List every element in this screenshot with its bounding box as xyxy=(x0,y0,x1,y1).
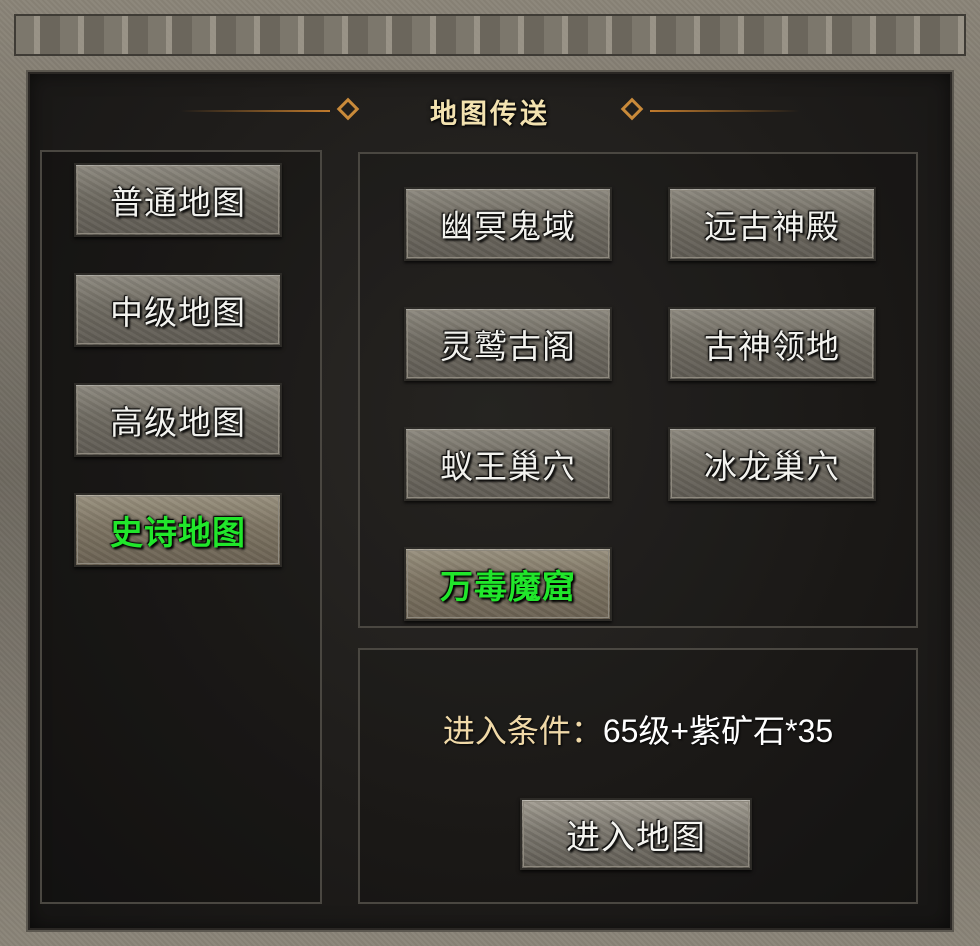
category-button-normal[interactable]: 普通地图 xyxy=(74,163,282,237)
map-button-wandu[interactable]: 万毒魔窟 xyxy=(404,547,612,621)
map-button-youming[interactable]: 幽冥鬼域 xyxy=(404,187,612,261)
requirement-value: 65级+紫矿石*35 xyxy=(602,713,834,749)
map-button-lingjiu[interactable]: 灵鹫古阁 xyxy=(404,307,612,381)
entry-requirement: 进入条件：65级+紫矿石*35 xyxy=(358,706,918,752)
map-button-gushen[interactable]: 古神领地 xyxy=(668,307,876,381)
title-line-right xyxy=(650,110,800,112)
category-button-epic[interactable]: 史诗地图 xyxy=(74,493,282,567)
diamond-ornament-icon xyxy=(336,97,360,121)
diamond-ornament-icon xyxy=(620,97,644,121)
page-title: 地图传送 xyxy=(430,98,550,130)
ornament-border xyxy=(14,14,966,56)
category-button-intermediate[interactable]: 中级地图 xyxy=(74,273,282,347)
requirement-label: 进入条件： xyxy=(442,713,603,749)
map-button-yuangu[interactable]: 远古神殿 xyxy=(668,187,876,261)
enter-map-button[interactable]: 进入地图 xyxy=(520,798,752,870)
window-frame: 地图传送 普通地图 中级地图 高级地图 史诗地图 幽冥鬼域 远古神殿 灵鹫古阁 … xyxy=(0,0,980,946)
map-button-binglong[interactable]: 冰龙巢穴 xyxy=(668,427,876,501)
map-button-yiwang[interactable]: 蚁王巢穴 xyxy=(404,427,612,501)
title-line-left xyxy=(180,110,330,112)
title-bar: 地图传送 xyxy=(180,88,800,134)
category-button-advanced[interactable]: 高级地图 xyxy=(74,383,282,457)
